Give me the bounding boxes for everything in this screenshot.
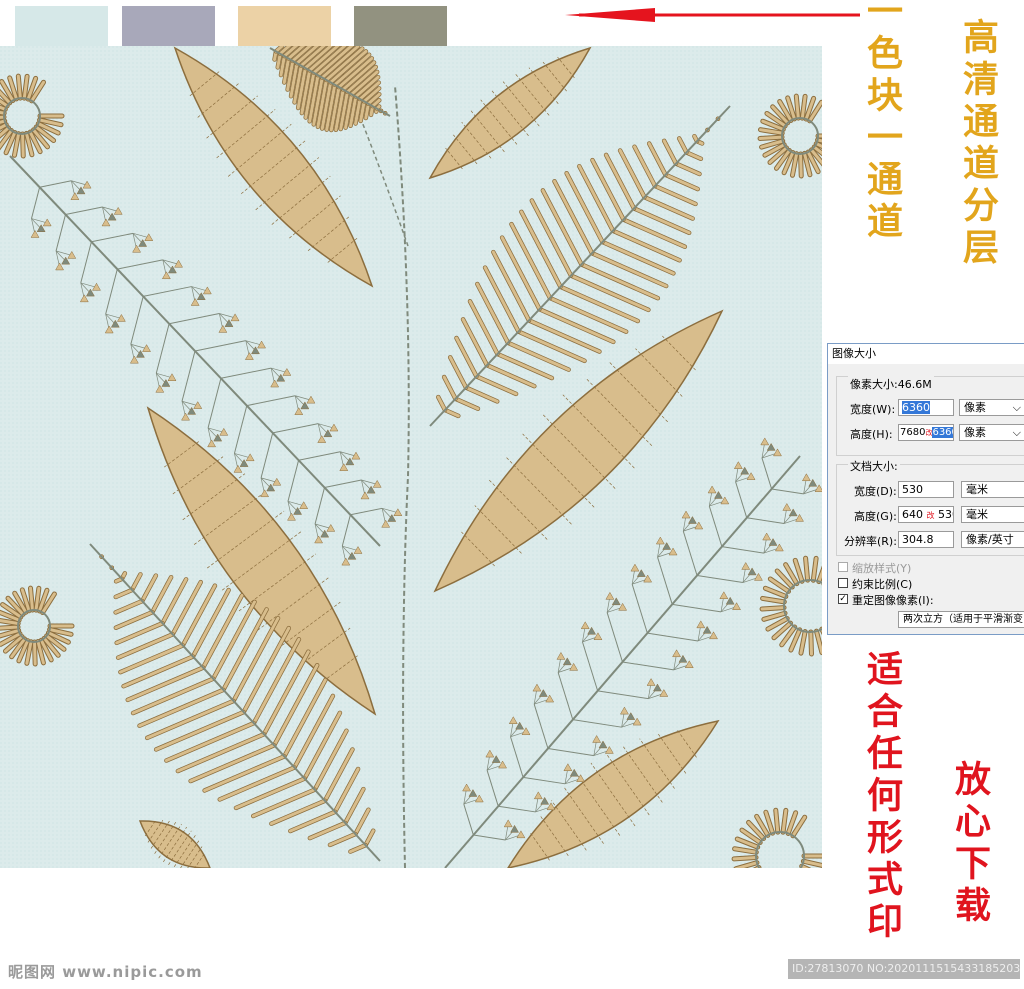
constrain-proportions-checkbox[interactable]: [838, 578, 848, 588]
resolution-unit-select[interactable]: 像素/英寸: [961, 531, 1024, 548]
image-size-dialog: 图像大小 像素大小:46.6M 宽度(W): 6360 像素 ⌵ 高度(H): …: [827, 343, 1024, 635]
width-unit-select[interactable]: 像素 ⌵: [959, 399, 1024, 416]
document-size-label: 文档大小:: [848, 458, 900, 474]
annotation-download-assured: 放心下载: [949, 760, 991, 928]
resolution-label: 分辨率(R):: [844, 535, 897, 548]
fern-curl: [799, 152, 803, 178]
scale-styles-checkbox[interactable]: [838, 562, 848, 572]
fern-curl: [760, 606, 786, 611]
doc-height-label: 高度(G):: [854, 510, 897, 523]
pixel-size-label: 像素大小:46.6M: [848, 376, 934, 392]
fern-curl: [16, 74, 22, 100]
annotation-hd-channel-layers: 高清通道分层: [957, 18, 999, 270]
doc-width-unit-select[interactable]: 毫米: [961, 481, 1024, 498]
constrain-proportions-label: 约束比例(C): [852, 578, 913, 591]
fern-curl: [28, 586, 35, 612]
chevron-down-icon: ⌵: [1012, 401, 1021, 414]
width-input[interactable]: 6360: [898, 399, 954, 416]
scale-styles-label: 缩放样式(Y): [852, 562, 912, 575]
doc-height-input[interactable]: 640 改 530: [898, 506, 954, 523]
height-unit-select[interactable]: 像素 ⌵: [959, 424, 1024, 441]
fern-curl: [758, 135, 784, 140]
fern-curl: [732, 855, 758, 861]
color-swatch-4: [354, 6, 447, 46]
width-label: 宽度(W):: [850, 403, 896, 416]
dialog-title: 图像大小: [828, 344, 1024, 364]
doc-height-unit-select[interactable]: 毫米: [961, 506, 1024, 523]
height-label: 高度(H):: [850, 428, 893, 441]
fern-curl: [804, 556, 810, 582]
chevron-down-icon: ⌵: [1012, 426, 1021, 439]
change-mark: 改: [926, 511, 935, 520]
resample-checkbox[interactable]: ✓: [838, 594, 848, 604]
red-arrow-icon: [565, 8, 860, 22]
doc-width-input[interactable]: 530: [898, 481, 954, 498]
resample-method-select[interactable]: 两次立方（适用于平滑渐变: [898, 611, 1024, 628]
fern-curl: [21, 132, 25, 158]
annotation-one-color-one-channel: 一色块一通道: [861, 0, 903, 244]
color-swatch-1: [15, 6, 108, 46]
fern-curl: [794, 94, 800, 120]
doc-width-label: 宽度(D):: [854, 485, 897, 498]
color-swatch-3: [238, 6, 331, 46]
image-id-watermark: ID:27813070 NO:20201115154331852038: [788, 959, 1020, 979]
color-swatch-2: [122, 6, 215, 46]
fern-curl: [32, 640, 37, 666]
resample-label: 重定图像像素(I):: [852, 594, 934, 607]
annotation-suitable-any-print: 适合任何形式印: [861, 650, 903, 944]
footer: 昵图网 www.nipic.com ID:27813070 NO:2020111…: [0, 955, 1024, 985]
resolution-input[interactable]: 304.8: [898, 531, 954, 548]
site-watermark: 昵图网 www.nipic.com: [8, 963, 203, 981]
fern-curl: [809, 630, 813, 656]
fern-curl: [0, 625, 20, 630]
height-input[interactable]: 7680改6360: [898, 424, 954, 441]
leaf-pattern-image: [0, 46, 822, 868]
fern-curl: [774, 808, 780, 834]
